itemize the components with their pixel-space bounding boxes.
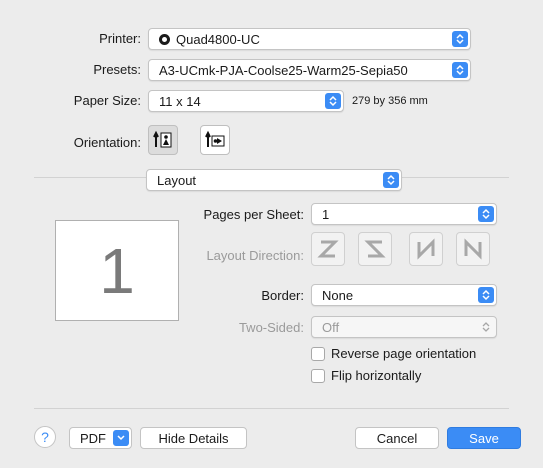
popup-arrows-icon xyxy=(452,31,468,47)
paper-size-popup[interactable]: 11 x 14 xyxy=(148,90,344,112)
pdf-dropdown-icon xyxy=(113,430,129,446)
save-button[interactable]: Save xyxy=(447,427,521,449)
footer-separator xyxy=(34,408,509,409)
printer-label: Printer: xyxy=(99,31,141,46)
popup-arrows-icon xyxy=(478,287,494,303)
popup-arrows-icon xyxy=(383,172,399,188)
orientation-landscape-button[interactable] xyxy=(200,125,230,155)
reverse-orientation-label: Reverse page orientation xyxy=(331,346,477,361)
pages-per-sheet-popup[interactable]: 1 xyxy=(311,203,497,225)
paper-size-label: Paper Size: xyxy=(73,93,141,108)
flip-horizontally-checkbox[interactable] xyxy=(311,368,325,383)
popup-arrows-icon xyxy=(325,93,341,109)
printer-popup[interactable]: Quad4800-UC xyxy=(148,28,471,50)
hide-details-button[interactable]: Hide Details xyxy=(140,427,247,449)
popup-arrows-icon xyxy=(478,319,494,335)
presets-popup[interactable]: A3-UCmk-PJA-Coolse25-Warm25-Sepia50 xyxy=(148,59,471,81)
presets-value: A3-UCmk-PJA-Coolse25-Warm25-Sepia50 xyxy=(159,62,408,78)
layout-direction-s-button[interactable] xyxy=(358,232,392,266)
two-sided-label: Two-Sided: xyxy=(238,320,304,335)
n-reverse-direction-icon xyxy=(417,238,435,260)
s-direction-icon xyxy=(364,240,386,258)
flip-horizontally-label: Flip horizontally xyxy=(331,368,422,383)
layout-direction-label: Layout Direction: xyxy=(206,248,304,263)
orientation-portrait-button[interactable] xyxy=(148,125,178,155)
orientation-label: Orientation: xyxy=(73,135,141,150)
portrait-icon xyxy=(153,130,172,148)
page-preview: 1 xyxy=(55,220,179,321)
paper-size-value: 11 x 14 xyxy=(159,93,201,109)
two-sided-popup[interactable]: Off xyxy=(311,316,497,338)
pages-per-sheet-value: 1 xyxy=(322,206,330,222)
two-sided-value: Off xyxy=(322,319,340,335)
border-label: Border: xyxy=(261,288,304,303)
reverse-orientation-checkbox[interactable] xyxy=(311,346,325,361)
flip-horizontally-row[interactable]: Flip horizontally xyxy=(311,368,421,383)
layout-direction-n-reverse-button[interactable] xyxy=(409,232,443,266)
pages-per-sheet-label: Pages per Sheet: xyxy=(203,207,304,222)
presets-label: Presets: xyxy=(93,62,141,77)
border-popup[interactable]: None xyxy=(311,284,497,306)
popup-arrows-icon xyxy=(478,206,494,222)
reverse-orientation-row[interactable]: Reverse page orientation xyxy=(311,346,476,361)
paper-dimensions: 279 by 356 mm xyxy=(352,95,428,107)
printer-status-icon xyxy=(159,33,170,45)
pdf-button[interactable]: PDF xyxy=(69,427,132,449)
layout-direction-n-button[interactable] xyxy=(456,232,490,266)
pdf-label: PDF xyxy=(80,430,106,446)
border-value: None xyxy=(322,287,354,303)
section-value: Layout xyxy=(157,172,197,188)
section-popup[interactable]: Layout xyxy=(146,169,402,191)
popup-arrows-icon xyxy=(452,62,468,78)
layout-direction-z-button[interactable] xyxy=(311,232,345,266)
landscape-icon xyxy=(205,130,225,147)
cancel-button[interactable]: Cancel xyxy=(355,427,439,449)
printer-value: Quad4800-UC xyxy=(176,31,260,47)
help-button[interactable]: ? xyxy=(34,426,56,448)
n-direction-icon xyxy=(464,238,482,260)
z-direction-icon xyxy=(317,240,339,258)
